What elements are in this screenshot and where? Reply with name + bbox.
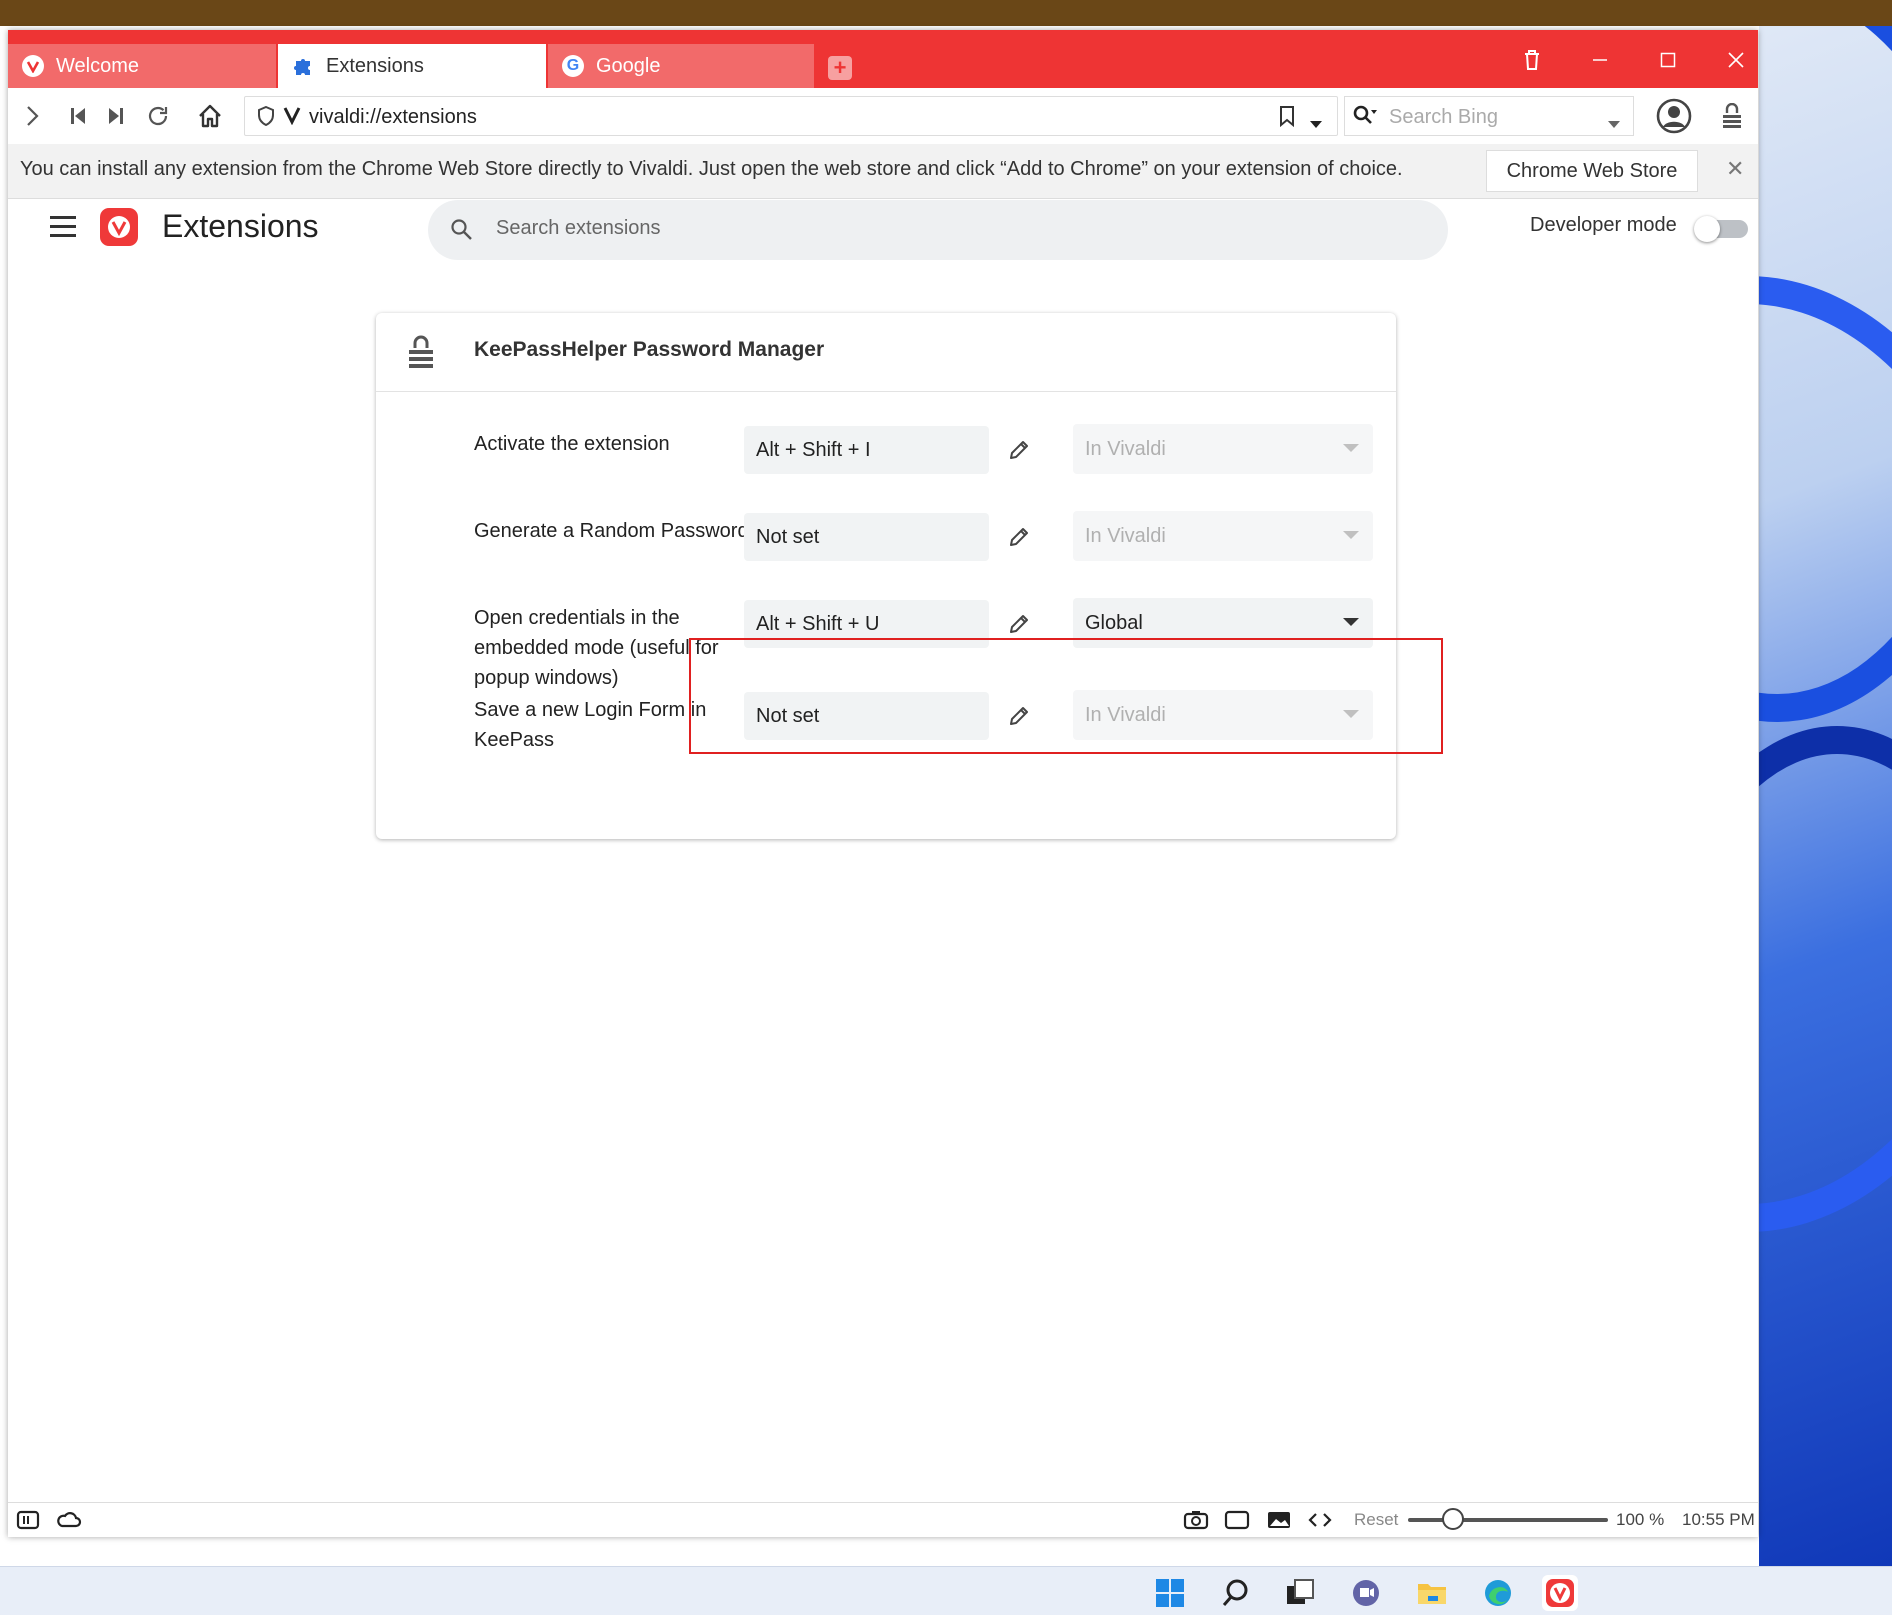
bookmark-icon[interactable] <box>1279 105 1295 133</box>
search-engine-field[interactable]: Search Bing <box>1344 96 1634 136</box>
file-explorer-icon[interactable] <box>1414 1575 1450 1611</box>
window-icon[interactable] <box>1224 1509 1250 1536</box>
fast-forward-button[interactable] <box>98 98 134 134</box>
chrome-web-store-button[interactable]: Chrome Web Store <box>1486 150 1698 192</box>
scope-value: Global <box>1085 611 1143 634</box>
forward-button[interactable] <box>14 98 50 134</box>
extension-shortcuts-card: KeePassHelper Password Manager Activate … <box>376 313 1396 839</box>
tab-label: Google <box>596 54 661 77</box>
highlight-box <box>689 638 1443 754</box>
extensions-search-input[interactable]: Search extensions <box>428 200 1448 260</box>
card-header: KeePassHelper Password Manager <box>376 313 1396 392</box>
info-message: You can install any extension from the C… <box>20 158 1403 180</box>
chevron-down-icon <box>1343 531 1359 539</box>
taskbar <box>0 1566 1892 1615</box>
desktop-top-strip <box>0 0 1892 26</box>
search-placeholder: Search extensions <box>496 217 661 239</box>
tab-label: Extensions <box>326 54 424 77</box>
rewind-button[interactable] <box>60 98 96 134</box>
zoom-slider-knob[interactable] <box>1442 1508 1464 1530</box>
teams-chat-icon[interactable] <box>1348 1575 1384 1611</box>
camera-icon[interactable] <box>1183 1509 1209 1536</box>
search-icon <box>1353 105 1379 133</box>
image-icon[interactable] <box>1266 1509 1292 1536</box>
zoom-slider[interactable] <box>1408 1518 1608 1522</box>
edge-icon[interactable] <box>1480 1575 1516 1611</box>
extension-name: KeePassHelper Password Manager <box>474 338 825 361</box>
zoom-level: 100 % <box>1616 1510 1665 1529</box>
keepass-toolbar-icon[interactable] <box>1714 98 1750 134</box>
shortcut-input[interactable]: Alt + Shift + I <box>744 426 989 474</box>
cloud-sync-icon[interactable] <box>56 1509 82 1536</box>
pencil-icon[interactable] <box>1004 522 1034 552</box>
scope-select: In Vivaldi <box>1073 511 1373 561</box>
windows-start-icon[interactable] <box>1152 1575 1188 1611</box>
trash-icon[interactable] <box>1508 38 1556 82</box>
shortcut-row-label: Generate a Random Password <box>474 520 749 542</box>
profile-icon[interactable] <box>1654 96 1694 136</box>
clock: 10:55 PM <box>1682 1510 1755 1529</box>
task-view-icon[interactable] <box>1282 1575 1318 1611</box>
tab-label: Welcome <box>56 54 139 77</box>
pencil-icon[interactable] <box>1004 435 1034 465</box>
zoom-reset-button[interactable]: Reset <box>1354 1510 1398 1530</box>
status-bar: Reset 100 % 10:55 PM <box>8 1502 1758 1537</box>
scope-select: In Vivaldi <box>1073 424 1373 474</box>
tab-extensions[interactable]: Extensions <box>278 44 546 88</box>
search-icon[interactable] <box>1218 1575 1254 1611</box>
new-tab-button[interactable]: + <box>828 56 852 80</box>
scope-value: In Vivaldi <box>1085 524 1166 547</box>
vivaldi-page-icon <box>283 105 301 131</box>
tab-welcome[interactable]: Welcome <box>8 44 276 88</box>
address-bar: vivaldi://extensions Search Bing <box>8 88 1758 145</box>
vivaldi-taskbar-icon[interactable] <box>1542 1575 1578 1611</box>
minimize-button[interactable] <box>1576 38 1624 82</box>
developer-mode-label: Developer mode <box>1530 214 1677 236</box>
shortcut-row-label: Activate the extension <box>474 433 670 455</box>
chevron-down-icon <box>1343 444 1359 452</box>
shortcut-row-label: Open credentials in the embedded mode (u… <box>474 607 719 689</box>
page-title: Extensions <box>162 208 319 244</box>
chevron-down-icon[interactable] <box>1309 113 1323 136</box>
vivaldi-icon <box>22 55 44 77</box>
shield-icon[interactable] <box>257 105 275 132</box>
shortcut-row-label: Save a new Login Form in KeePass <box>474 699 707 751</box>
developer-mode-toggle[interactable] <box>1694 216 1748 242</box>
menu-icon[interactable] <box>50 216 76 238</box>
toggle-knob <box>1694 216 1720 242</box>
google-icon: G <box>562 55 584 77</box>
vivaldi-logo-icon <box>100 208 138 246</box>
home-icon[interactable] <box>192 98 228 134</box>
panel-toggle-icon[interactable] <box>16 1509 40 1536</box>
tab-google[interactable]: G Google <box>548 44 814 88</box>
reload-icon[interactable] <box>140 98 176 134</box>
tab-bar: Welcome Extensions G Google + <box>8 30 1758 88</box>
code-icon[interactable] <box>1308 1509 1332 1536</box>
maximize-button[interactable] <box>1644 38 1692 82</box>
shortcut-input[interactable]: Not set <box>744 513 989 561</box>
puzzle-icon <box>292 55 314 77</box>
chevron-down-icon <box>1343 618 1359 626</box>
search-icon <box>450 218 474 248</box>
chevron-down-icon[interactable] <box>1607 113 1621 136</box>
close-icon[interactable]: ✕ <box>1726 156 1744 182</box>
browser-window: Welcome Extensions G Google + vivaldi://… <box>8 30 1758 1537</box>
info-bar: You can install any extension from the C… <box>8 144 1758 199</box>
scope-value: In Vivaldi <box>1085 437 1166 460</box>
pencil-icon[interactable] <box>1004 609 1034 639</box>
desktop-wallpaper <box>1759 26 1892 1566</box>
search-placeholder: Search Bing <box>1389 106 1498 128</box>
close-window-button[interactable] <box>1712 38 1758 82</box>
url-field[interactable]: vivaldi://extensions <box>244 96 1338 136</box>
keepass-icon <box>406 335 436 369</box>
url-text: vivaldi://extensions <box>309 106 477 128</box>
